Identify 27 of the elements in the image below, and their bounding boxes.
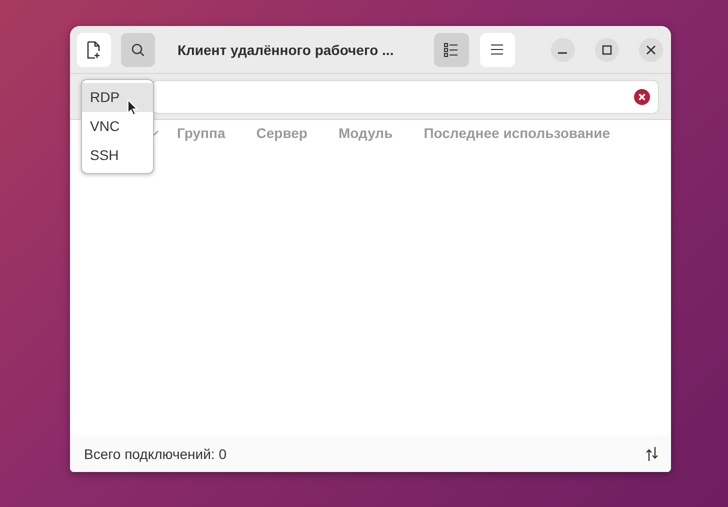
- window-title: Клиент удалённого рабочего ...: [177, 42, 395, 58]
- menu-item[interactable]: VNC: [82, 112, 153, 141]
- close-icon: [646, 44, 656, 54]
- close-button[interactable]: [638, 38, 663, 62]
- menu-item[interactable]: SSH: [82, 141, 153, 170]
- search-button[interactable]: [121, 32, 156, 66]
- maximize-icon: [602, 44, 612, 54]
- menu-item[interactable]: RDP: [82, 83, 153, 112]
- main-menu-button[interactable]: [480, 32, 515, 66]
- menu-icon: [491, 44, 504, 55]
- sort-arrows-icon[interactable]: [645, 446, 659, 462]
- minimize-button[interactable]: [550, 38, 575, 62]
- column-header[interactable]: Последнее использование: [424, 125, 610, 141]
- search-field[interactable]: [152, 80, 659, 114]
- column-header[interactable]: Модуль: [338, 125, 393, 141]
- column-header[interactable]: Сервер: [256, 125, 308, 141]
- clear-icon[interactable]: [634, 88, 650, 104]
- list-view-button[interactable]: [434, 32, 469, 66]
- new-document-icon: [86, 40, 102, 58]
- minimize-icon: [558, 52, 568, 54]
- list-icon: [444, 42, 458, 56]
- new-connection-button[interactable]: [77, 32, 112, 66]
- status-text: Всего подключений: 0: [84, 446, 226, 462]
- mouse-pointer-icon: [127, 99, 138, 116]
- maximize-button[interactable]: [594, 38, 619, 62]
- column-header[interactable]: Группа: [177, 125, 226, 141]
- search-icon: [130, 42, 146, 58]
